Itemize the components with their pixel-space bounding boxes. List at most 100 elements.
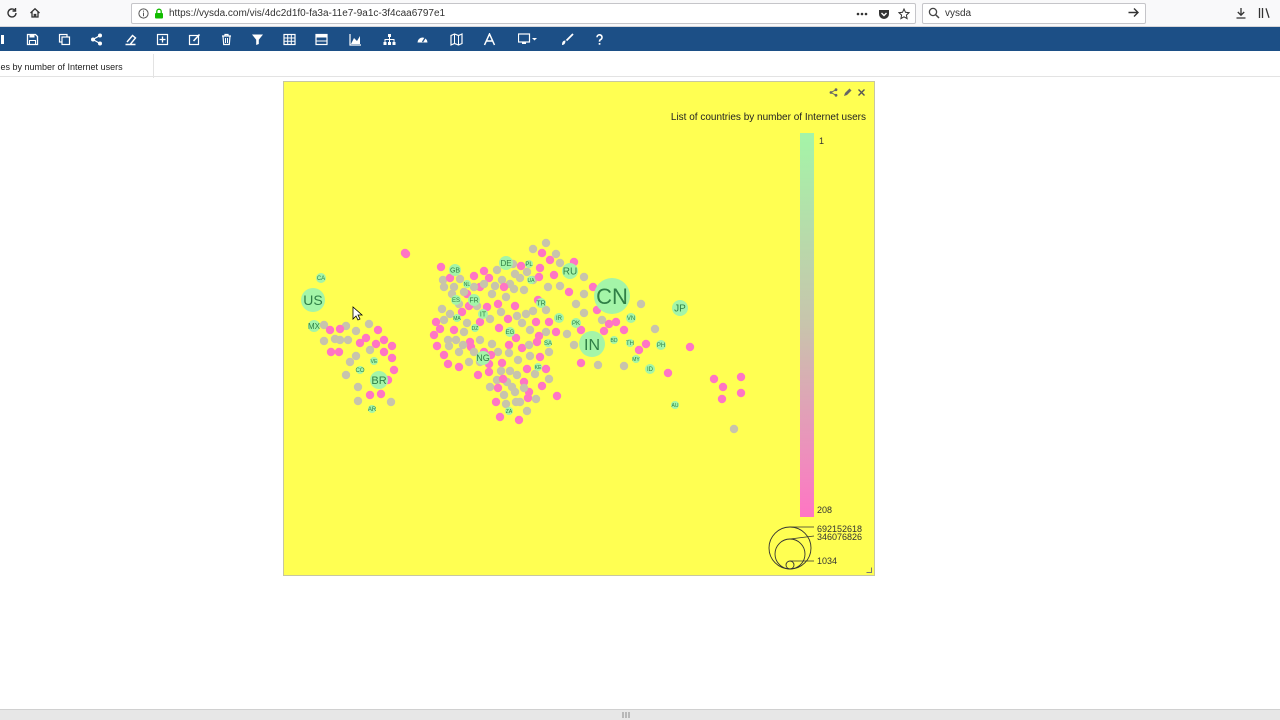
display-dropdown-icon[interactable] [514,30,542,48]
country-point[interactable] [564,287,574,297]
country-point[interactable] [579,272,589,282]
country-point[interactable] [462,318,472,328]
country-point[interactable] [541,238,551,248]
scatter-plot[interactable]: CN IN US BR JP RU NG DE MX GB FR ID PH IR TR IT VN EG ES PK… [284,82,874,575]
country-point[interactable] [325,325,335,335]
share-icon[interactable] [829,88,838,97]
country-point[interactable] [579,289,589,299]
country-point[interactable] [493,383,503,393]
country-point[interactable] [511,397,521,407]
country-point[interactable] [562,329,572,339]
country-point[interactable] [490,281,500,291]
brush-icon[interactable] [558,30,576,48]
country-point[interactable] [522,406,532,416]
country-point[interactable] [571,299,581,309]
country-point[interactable] [499,282,509,292]
country-point[interactable] [454,362,464,372]
search-input[interactable]: vysda [945,8,971,19]
country-point[interactable] [484,367,494,377]
country-point[interactable] [504,348,514,358]
filter-icon[interactable] [248,30,266,48]
country-point[interactable] [549,270,559,280]
country-point[interactable] [505,366,515,376]
map-icon[interactable] [447,30,465,48]
country-point[interactable] [494,323,504,333]
country-point[interactable] [493,299,503,309]
visualization-panel[interactable]: CN IN US BR JP RU NG DE MX GB FR ID PH IR TR IT VN EG ES PK… [283,81,875,576]
country-point[interactable] [729,424,739,434]
list-icon[interactable] [312,30,330,48]
copy-icon[interactable] [55,30,73,48]
pocket-icon[interactable] [876,7,892,21]
country-point[interactable] [641,339,651,349]
country-point[interactable] [576,358,586,368]
eraser-icon[interactable] [121,30,139,48]
country-point[interactable] [497,358,507,368]
dashboard-icon[interactable] [413,30,431,48]
country-point[interactable] [351,326,361,336]
country-point[interactable] [475,335,485,345]
country-point[interactable] [334,347,344,357]
country-point[interactable] [685,342,695,352]
country-point[interactable] [335,324,345,334]
country-point[interactable] [528,306,538,316]
url-bar[interactable]: https://vysda.com/vis/4dc2d1f0-fa3a-11e7… [131,3,916,24]
country-point[interactable] [487,289,497,299]
country-point[interactable] [510,269,520,279]
home-icon[interactable] [25,4,45,22]
country-point[interactable] [341,370,351,380]
country-point[interactable] [718,382,728,392]
country-point[interactable] [435,324,445,334]
country-point[interactable] [449,325,459,335]
country-point[interactable] [361,333,371,343]
country-point[interactable] [491,397,501,407]
menu-icon[interactable] [0,30,10,48]
country-point[interactable] [498,374,508,384]
country-point[interactable] [365,390,375,400]
country-point[interactable] [634,345,644,355]
country-point[interactable] [535,263,545,273]
country-point[interactable] [619,361,629,371]
country-point[interactable] [619,325,629,335]
country-point[interactable] [345,357,355,367]
country-point[interactable] [439,315,449,325]
country-point[interactable] [503,314,513,324]
reload-icon[interactable] [2,4,22,22]
resize-handle-icon[interactable] [866,567,872,573]
save-icon[interactable] [23,30,41,48]
country-point[interactable] [501,292,511,302]
trash-icon[interactable] [217,30,235,48]
country-point[interactable] [736,388,746,398]
country-point[interactable] [534,331,544,341]
country-point[interactable] [326,347,336,357]
share-icon[interactable] [87,30,105,48]
country-point[interactable] [555,281,565,291]
country-point[interactable] [709,374,719,384]
country-point[interactable] [459,287,469,297]
horizontal-scrollbar[interactable] [0,709,1280,720]
country-point[interactable] [499,390,509,400]
country-point[interactable] [512,311,522,321]
country-point[interactable] [376,389,386,399]
country-point[interactable] [389,365,399,375]
country-point[interactable] [535,352,545,362]
close-icon[interactable] [857,88,866,97]
country-point[interactable] [522,267,532,277]
country-point[interactable] [387,341,397,351]
country-point[interactable] [436,262,446,272]
country-point[interactable] [528,244,538,254]
country-point[interactable] [379,335,389,345]
country-point[interactable] [552,391,562,401]
country-point[interactable] [569,340,579,350]
country-point[interactable] [473,370,483,380]
country-point[interactable] [487,339,497,349]
country-point[interactable] [593,360,603,370]
scrollbar-grip-icon[interactable] [622,712,630,718]
country-point[interactable] [429,330,439,340]
country-point[interactable] [650,324,660,334]
country-point[interactable] [736,372,746,382]
country-point[interactable] [599,326,609,336]
country-point[interactable] [514,415,524,425]
country-point[interactable] [439,282,449,292]
area-chart-icon[interactable] [346,30,364,48]
